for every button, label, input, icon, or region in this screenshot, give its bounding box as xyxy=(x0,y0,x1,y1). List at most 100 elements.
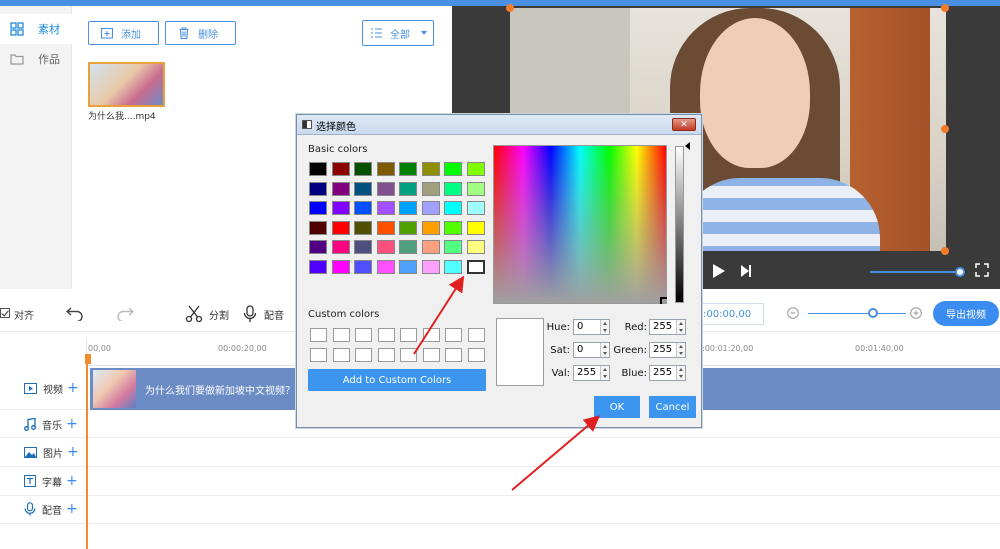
resize-handle[interactable] xyxy=(506,4,514,12)
custom-color-swatch[interactable] xyxy=(332,328,350,342)
basic-color-swatch[interactable] xyxy=(309,201,327,215)
val-input[interactable]: 255 xyxy=(573,365,610,381)
basic-color-swatch[interactable] xyxy=(354,162,372,176)
basic-color-swatch[interactable] xyxy=(444,240,462,254)
resize-handle[interactable] xyxy=(941,247,949,255)
export-video-button[interactable]: 导出视频 xyxy=(933,301,999,326)
blue-input[interactable]: 255 xyxy=(649,365,686,381)
basic-color-swatch[interactable] xyxy=(331,259,350,274)
zoom-slider-knob[interactable] xyxy=(868,308,878,318)
mic-icon[interactable] xyxy=(243,305,257,323)
custom-color-swatch[interactable] xyxy=(355,328,372,342)
red-input[interactable]: 255 xyxy=(649,319,686,335)
volume-slider-track[interactable] xyxy=(870,271,960,273)
spin-arrows-icon[interactable] xyxy=(676,343,685,357)
basic-color-swatch[interactable] xyxy=(331,240,350,254)
dialog-titlebar[interactable] xyxy=(297,115,701,135)
basic-color-swatch[interactable] xyxy=(331,220,350,235)
custom-color-swatch[interactable] xyxy=(422,328,440,342)
basic-color-swatch[interactable] xyxy=(399,259,417,274)
basic-color-swatch[interactable] xyxy=(309,220,327,235)
add-track-icon[interactable]: + xyxy=(66,473,78,489)
custom-color-swatch[interactable] xyxy=(400,348,417,362)
luminance-slider[interactable] xyxy=(675,146,684,303)
add-track-icon[interactable]: + xyxy=(67,444,79,460)
basic-color-swatch[interactable] xyxy=(331,201,350,215)
basic-color-swatch[interactable] xyxy=(444,220,462,235)
custom-color-swatch[interactable] xyxy=(445,348,462,362)
basic-color-swatch[interactable] xyxy=(466,240,485,254)
basic-color-swatch[interactable] xyxy=(376,201,395,215)
custom-color-swatch[interactable] xyxy=(310,348,327,362)
custom-color-swatch[interactable] xyxy=(445,328,462,342)
green-input[interactable]: 255 xyxy=(649,342,686,358)
basic-color-swatch[interactable] xyxy=(466,259,485,274)
spin-arrows-icon[interactable] xyxy=(600,343,609,357)
basic-color-swatch[interactable] xyxy=(466,201,485,215)
sidebar-item-works[interactable]: 作品 xyxy=(0,44,72,74)
basic-color-swatch[interactable] xyxy=(444,259,462,274)
basic-color-swatch[interactable] xyxy=(421,201,440,215)
resize-handle[interactable] xyxy=(941,4,949,12)
fullscreen-icon[interactable] xyxy=(975,263,989,277)
basic-color-swatch[interactable] xyxy=(399,181,417,196)
custom-color-swatch[interactable] xyxy=(467,348,485,362)
zoom-in-icon[interactable] xyxy=(910,307,922,319)
basic-color-swatch[interactable] xyxy=(354,201,372,215)
playhead-handle[interactable] xyxy=(85,354,91,364)
basic-color-swatch[interactable] xyxy=(421,162,440,176)
spin-arrows-icon[interactable] xyxy=(600,366,609,380)
basic-color-swatch[interactable] xyxy=(444,201,462,215)
volume-slider-knob[interactable] xyxy=(955,267,965,277)
spin-arrows-icon[interactable] xyxy=(676,320,685,334)
sidebar-item-material[interactable]: 素材 xyxy=(0,14,72,44)
playhead[interactable] xyxy=(86,354,88,549)
media-thumbnail[interactable] xyxy=(88,62,165,107)
basic-color-swatch[interactable] xyxy=(466,220,485,235)
undo-icon[interactable] xyxy=(66,305,84,321)
basic-color-swatch[interactable] xyxy=(376,162,395,176)
basic-color-swatch[interactable] xyxy=(376,259,395,274)
add-track-icon[interactable]: + xyxy=(67,380,79,396)
play-icon[interactable] xyxy=(712,263,726,279)
add-track-icon[interactable]: + xyxy=(66,416,78,432)
spin-arrows-icon[interactable] xyxy=(676,366,685,380)
basic-color-swatch[interactable] xyxy=(354,220,372,235)
basic-color-swatch[interactable] xyxy=(399,220,417,235)
spin-arrows-icon[interactable] xyxy=(600,320,609,334)
custom-color-swatch[interactable] xyxy=(310,328,327,342)
add-button[interactable]: 添加 xyxy=(88,21,159,45)
luminance-arrow-icon[interactable] xyxy=(685,142,690,150)
basic-color-swatch[interactable] xyxy=(354,259,372,274)
scissors-icon[interactable] xyxy=(185,305,203,323)
resize-handle[interactable] xyxy=(941,125,949,133)
zoom-slider-track[interactable] xyxy=(808,313,906,314)
basic-color-swatch[interactable] xyxy=(376,181,395,196)
basic-color-swatch[interactable] xyxy=(309,162,327,176)
basic-color-swatch[interactable] xyxy=(399,201,417,215)
close-button[interactable]: ✕ xyxy=(672,118,696,131)
custom-color-swatch[interactable] xyxy=(422,348,440,362)
basic-color-swatch[interactable] xyxy=(354,240,372,254)
custom-color-swatch[interactable] xyxy=(400,328,417,342)
custom-color-swatch[interactable] xyxy=(332,348,350,362)
add-track-icon[interactable]: + xyxy=(66,501,78,517)
basic-color-swatch[interactable] xyxy=(376,220,395,235)
custom-color-swatch[interactable] xyxy=(377,328,395,342)
redo-icon[interactable] xyxy=(116,305,134,321)
basic-color-swatch[interactable] xyxy=(444,181,462,196)
basic-color-swatch[interactable] xyxy=(444,162,462,176)
basic-color-swatch[interactable] xyxy=(421,181,440,196)
delete-button[interactable]: 删除 xyxy=(165,21,236,45)
next-frame-icon[interactable] xyxy=(740,264,752,278)
filter-dropdown[interactable]: 全部 xyxy=(362,20,434,46)
ok-button[interactable]: OK xyxy=(594,396,640,418)
custom-color-swatch[interactable] xyxy=(467,328,485,342)
custom-color-swatch[interactable] xyxy=(355,348,372,362)
basic-color-swatch[interactable] xyxy=(421,240,440,254)
add-to-custom-colors-button[interactable]: Add to Custom Colors xyxy=(308,369,486,391)
basic-color-swatch[interactable] xyxy=(309,181,327,196)
custom-color-swatch[interactable] xyxy=(377,348,395,362)
basic-color-swatch[interactable] xyxy=(466,181,485,196)
align-checkbox[interactable] xyxy=(0,308,10,318)
